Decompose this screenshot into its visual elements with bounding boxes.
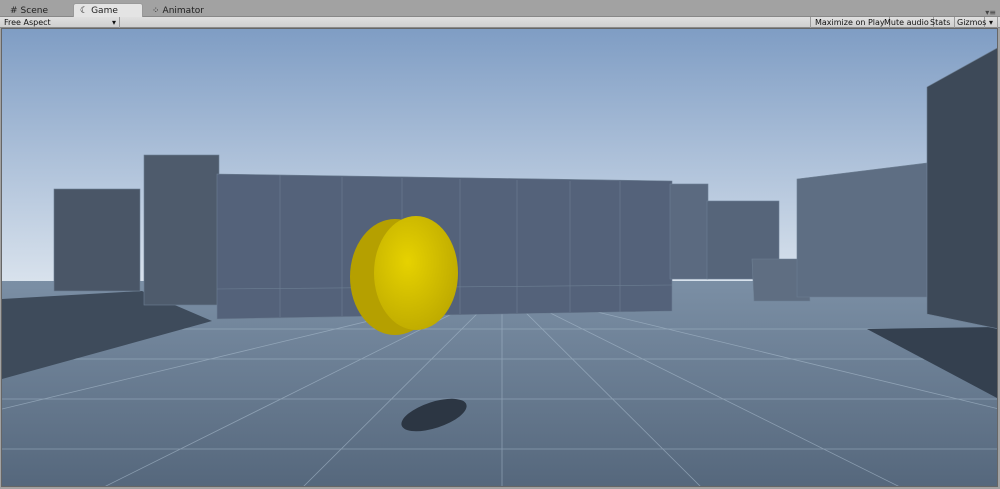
coin [350,216,458,335]
pacman-icon: ☾ [80,6,89,16]
scene-render [2,29,997,486]
game-viewport[interactable] [1,28,998,487]
dropdown-arrow-icon: ▾ [111,18,116,27]
panel-menu-icon[interactable]: ▾≡ [985,8,996,17]
gizmos-button[interactable]: Gizmos [953,17,986,28]
stats-button[interactable]: Stats [926,17,956,28]
animator-icon: ⁘ [152,5,160,16]
game-toolbar: Free Aspect ▾ Maximize on Play Mute audio… [0,17,1000,28]
window-tab-bar: # Scene ☾ Game ⁘ Animator ▾≡ [0,0,1000,18]
tab-scene[interactable]: # Scene [4,4,54,17]
tab-game[interactable]: ☾ Game [73,3,143,18]
tab-animator[interactable]: ⁘ Animator [146,4,210,17]
maximize-on-play-button[interactable]: Maximize on Play [810,17,890,28]
gizmos-dropdown-arrow-icon[interactable]: ▾ [985,17,998,28]
grid-icon: # [10,5,18,16]
aspect-dropdown[interactable]: Free Aspect ▾ [0,17,120,28]
